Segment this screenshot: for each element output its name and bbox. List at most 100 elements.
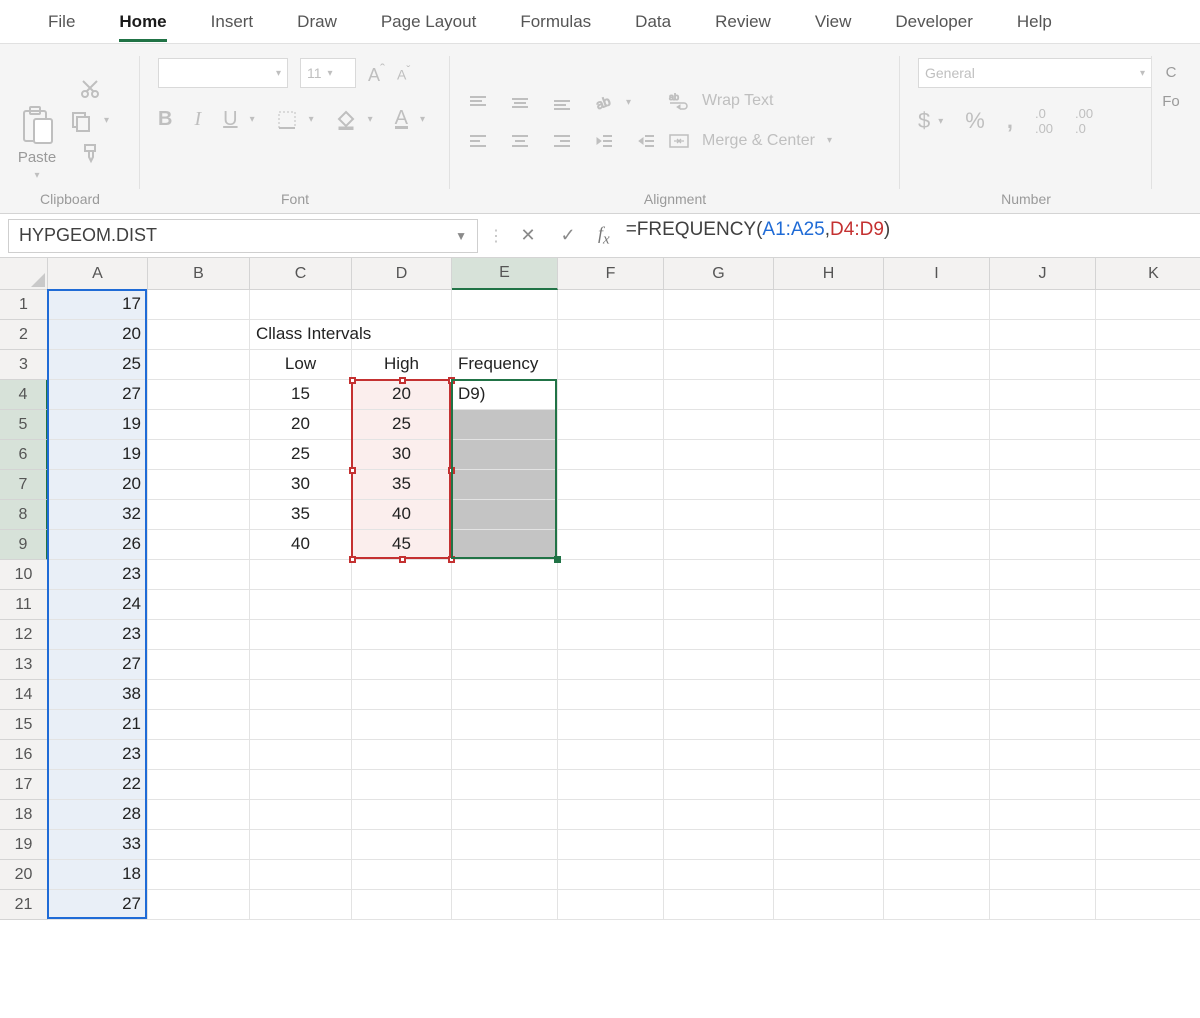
- cell-J19[interactable]: [990, 830, 1096, 860]
- cell-G6[interactable]: [664, 440, 774, 470]
- cell-E9[interactable]: [452, 530, 558, 560]
- cell-A3[interactable]: 25: [48, 350, 148, 380]
- cell-A21[interactable]: 27: [48, 890, 148, 920]
- cell-B12[interactable]: [148, 620, 250, 650]
- cell-E21[interactable]: [452, 890, 558, 920]
- cell-K3[interactable]: [1096, 350, 1200, 380]
- cell-J11[interactable]: [990, 590, 1096, 620]
- cell-K17[interactable]: [1096, 770, 1200, 800]
- cell-C13[interactable]: [250, 650, 352, 680]
- tab-formulas[interactable]: Formulas: [498, 2, 613, 41]
- cell-F10[interactable]: [558, 560, 664, 590]
- cell-D9[interactable]: 45: [352, 530, 452, 560]
- cell-B4[interactable]: [148, 380, 250, 410]
- cell-G11[interactable]: [664, 590, 774, 620]
- cell-C12[interactable]: [250, 620, 352, 650]
- cell-I17[interactable]: [884, 770, 990, 800]
- cell-J8[interactable]: [990, 500, 1096, 530]
- cell-K16[interactable]: [1096, 740, 1200, 770]
- cell-B21[interactable]: [148, 890, 250, 920]
- cell-E13[interactable]: [452, 650, 558, 680]
- align-right-icon[interactable]: [552, 133, 572, 149]
- cell-C2[interactable]: Cllass Intervals: [250, 320, 352, 350]
- cell-F1[interactable]: [558, 290, 664, 320]
- cell-I5[interactable]: [884, 410, 990, 440]
- row-header-10[interactable]: 10: [0, 560, 48, 590]
- cell-H17[interactable]: [774, 770, 884, 800]
- row-header-20[interactable]: 20: [0, 860, 48, 890]
- cell-K15[interactable]: [1096, 710, 1200, 740]
- cell-B2[interactable]: [148, 320, 250, 350]
- cell-C3[interactable]: Low: [250, 350, 352, 380]
- cell-H2[interactable]: [774, 320, 884, 350]
- cell-D3[interactable]: High: [352, 350, 452, 380]
- cell-J3[interactable]: [990, 350, 1096, 380]
- merge-center-button[interactable]: Merge & Center ▾: [668, 131, 832, 151]
- cell-F19[interactable]: [558, 830, 664, 860]
- cell-K8[interactable]: [1096, 500, 1200, 530]
- cell-B6[interactable]: [148, 440, 250, 470]
- cell-C18[interactable]: [250, 800, 352, 830]
- cell-F16[interactable]: [558, 740, 664, 770]
- cancel-formula-button[interactable]: ✕: [508, 219, 548, 253]
- cell-A18[interactable]: 28: [48, 800, 148, 830]
- col-header-E[interactable]: E: [452, 258, 558, 290]
- cell-E3[interactable]: Frequency: [452, 350, 558, 380]
- cell-J17[interactable]: [990, 770, 1096, 800]
- cell-E18[interactable]: [452, 800, 558, 830]
- cell-H21[interactable]: [774, 890, 884, 920]
- cell-D14[interactable]: [352, 680, 452, 710]
- cell-D6[interactable]: 30: [352, 440, 452, 470]
- align-bottom-icon[interactable]: [552, 95, 572, 111]
- cell-D7[interactable]: 35: [352, 470, 452, 500]
- align-left-icon[interactable]: [468, 133, 488, 149]
- cell-G2[interactable]: [664, 320, 774, 350]
- cell-C20[interactable]: [250, 860, 352, 890]
- cell-G19[interactable]: [664, 830, 774, 860]
- cell-D16[interactable]: [352, 740, 452, 770]
- cell-J12[interactable]: [990, 620, 1096, 650]
- cell-F9[interactable]: [558, 530, 664, 560]
- cell-K20[interactable]: [1096, 860, 1200, 890]
- cell-E12[interactable]: [452, 620, 558, 650]
- row-header-17[interactable]: 17: [0, 770, 48, 800]
- cell-B15[interactable]: [148, 710, 250, 740]
- cell-F18[interactable]: [558, 800, 664, 830]
- sheet-grid[interactable]: ABCDEFGHIJK12345678910111213141516171819…: [0, 258, 1200, 1018]
- cell-J1[interactable]: [990, 290, 1096, 320]
- row-header-1[interactable]: 1: [0, 290, 48, 320]
- tab-draw[interactable]: Draw: [275, 2, 359, 41]
- tab-home[interactable]: Home: [97, 2, 188, 41]
- font-name-combo[interactable]: ▾: [158, 58, 288, 88]
- cell-I19[interactable]: [884, 830, 990, 860]
- cell-K7[interactable]: [1096, 470, 1200, 500]
- cell-H16[interactable]: [774, 740, 884, 770]
- row-header-19[interactable]: 19: [0, 830, 48, 860]
- cell-A9[interactable]: 26: [48, 530, 148, 560]
- col-header-B[interactable]: B: [148, 258, 250, 290]
- cell-A13[interactable]: 27: [48, 650, 148, 680]
- row-header-15[interactable]: 15: [0, 710, 48, 740]
- cell-H3[interactable]: [774, 350, 884, 380]
- cell-C4[interactable]: 15: [250, 380, 352, 410]
- cell-F4[interactable]: [558, 380, 664, 410]
- cell-C10[interactable]: [250, 560, 352, 590]
- cell-K2[interactable]: [1096, 320, 1200, 350]
- cell-J5[interactable]: [990, 410, 1096, 440]
- tab-file[interactable]: File: [26, 2, 97, 41]
- cell-I15[interactable]: [884, 710, 990, 740]
- cell-K13[interactable]: [1096, 650, 1200, 680]
- format-painter-icon[interactable]: [70, 142, 109, 164]
- cell-H1[interactable]: [774, 290, 884, 320]
- cell-F20[interactable]: [558, 860, 664, 890]
- cell-B10[interactable]: [148, 560, 250, 590]
- cell-I3[interactable]: [884, 350, 990, 380]
- cell-E10[interactable]: [452, 560, 558, 590]
- cell-G14[interactable]: [664, 680, 774, 710]
- row-header-8[interactable]: 8: [0, 500, 48, 530]
- cell-G12[interactable]: [664, 620, 774, 650]
- cell-I7[interactable]: [884, 470, 990, 500]
- cell-B5[interactable]: [148, 410, 250, 440]
- cell-B14[interactable]: [148, 680, 250, 710]
- cell-A7[interactable]: 20: [48, 470, 148, 500]
